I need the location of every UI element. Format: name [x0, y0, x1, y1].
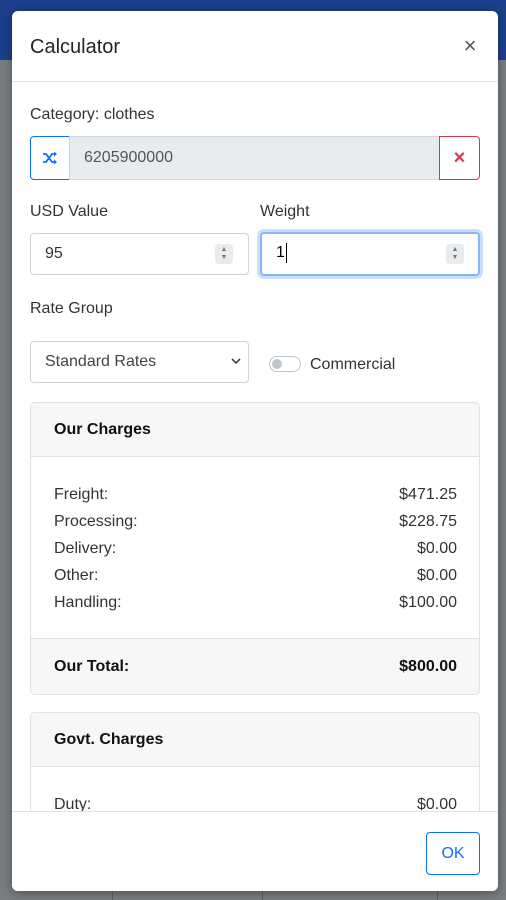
- charge-value: $228.75: [399, 513, 457, 530]
- weight-spinner-icon[interactable]: ▲ ▼: [446, 244, 464, 264]
- modal-body: Category: clothes 6205900000 × USD Value…: [12, 83, 498, 811]
- rate-group-selected: Standard Rates: [45, 353, 157, 370]
- commercial-label: Commercial: [310, 356, 396, 373]
- our-charges-header: Our Charges: [31, 403, 479, 457]
- our-total-value: $800.00: [399, 658, 457, 675]
- our-total-label: Our Total:: [54, 658, 130, 675]
- charge-row: Other: $0.00: [54, 567, 457, 591]
- charge-label: Delivery:: [54, 540, 117, 557]
- shuffle-icon: [43, 151, 57, 165]
- modal-title: Calculator: [30, 36, 121, 58]
- charge-label: Processing:: [54, 513, 138, 530]
- close-button[interactable]: ×: [456, 33, 484, 61]
- modal-footer: OK: [12, 811, 498, 891]
- category-label: Category: clothes: [30, 106, 155, 123]
- usd-value-spinner-icon[interactable]: ▲ ▼: [215, 244, 233, 264]
- modal-header: Calculator ×: [12, 11, 498, 82]
- charge-label: Duty:: [54, 796, 92, 811]
- category-code-group: 6205900000 ×: [30, 136, 480, 180]
- ok-button[interactable]: OK: [426, 832, 480, 875]
- charge-row: Processing: $228.75: [54, 513, 457, 537]
- weight-input[interactable]: 1 ▲ ▼: [260, 232, 480, 276]
- chevron-down-icon: [230, 342, 242, 398]
- govt-charges-header: Govt. Charges: [31, 713, 479, 767]
- our-charges-card: Our Charges Freight: $471.25 Processing:…: [30, 402, 480, 695]
- charge-value: $0.00: [416, 796, 457, 811]
- charge-value: $100.00: [399, 594, 457, 611]
- our-total-row: Our Total: $800.00: [31, 638, 479, 694]
- toggle-knob: [272, 359, 282, 369]
- charge-row: Delivery: $0.00: [54, 540, 457, 564]
- clear-category-button[interactable]: ×: [439, 136, 480, 180]
- clear-icon: ×: [453, 146, 466, 169]
- randomize-button[interactable]: [30, 136, 70, 180]
- rate-group-label: Rate Group: [30, 300, 113, 317]
- usd-value-input[interactable]: 95 ▲ ▼: [30, 233, 249, 275]
- charge-value: $0.00: [416, 540, 457, 557]
- commercial-toggle[interactable]: [269, 356, 301, 372]
- charge-row: Duty: $0.00: [54, 796, 457, 811]
- weight-text: 1: [276, 244, 285, 261]
- govt-charges-card: Govt. Charges Duty: $0.00: [30, 712, 480, 811]
- text-cursor: [285, 242, 287, 263]
- category-code-input[interactable]: 6205900000: [69, 136, 440, 180]
- charge-label: Other:: [54, 567, 99, 584]
- charge-label: Handling:: [54, 594, 122, 611]
- usd-value-text: 95: [45, 245, 63, 262]
- weight-label: Weight: [260, 203, 310, 220]
- charge-value: $0.00: [416, 567, 457, 584]
- charge-label: Freight:: [54, 486, 109, 503]
- charge-row: Handling: $100.00: [54, 594, 457, 618]
- charge-value: $471.25: [399, 486, 457, 503]
- charge-row: Freight: $471.25: [54, 486, 457, 510]
- usd-value-label: USD Value: [30, 203, 108, 220]
- rate-group-select[interactable]: Standard Rates: [30, 341, 249, 383]
- calculator-modal: Calculator × Category: clothes 620590000…: [12, 11, 498, 891]
